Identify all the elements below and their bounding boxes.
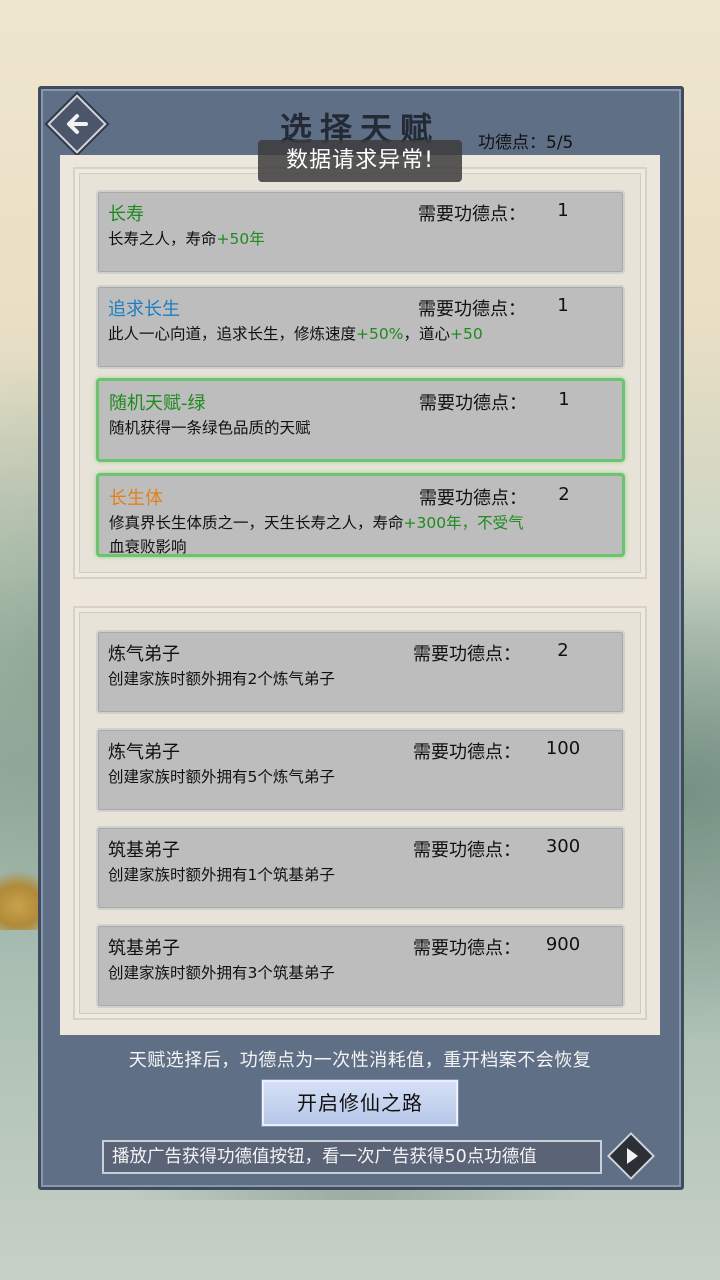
cost-label: 需要功德点： <box>413 840 521 861</box>
disciple-description: 创建家族时额外拥有3个筑基弟子 <box>108 964 335 982</box>
cost-value: 1 <box>557 200 569 221</box>
talent-card[interactable]: 追求长生 需要功德点： 1 此人一心向道，追求长生，修炼速度+50%，道心+50 <box>96 285 625 369</box>
disciple-name: 筑基弟子 <box>108 840 180 861</box>
cost-label: 需要功德点： <box>419 488 527 509</box>
cost-label: 需要功德点： <box>413 938 521 959</box>
disciple-name: 炼气弟子 <box>108 742 180 763</box>
cost-label: 需要功德点： <box>413 644 521 665</box>
disciple-card[interactable]: 筑基弟子 需要功德点： 300 创建家族时额外拥有1个筑基弟子 <box>96 826 625 910</box>
talent-name: 追求长生 <box>108 299 180 320</box>
talent-description: 长寿之人，寿命+50年 <box>108 230 265 248</box>
cost-value: 2 <box>558 484 570 505</box>
talent-description: 此人一心向道，追求长生，修炼速度+50%，道心+50 <box>108 325 483 343</box>
talent-card-selected[interactable]: 随机天赋-绿 需要功德点： 1 随机获得一条绿色品质的天赋 <box>96 378 625 462</box>
error-toast: 数据请求异常! <box>258 140 462 182</box>
cost-label: 需要功德点： <box>418 299 526 320</box>
talent-card-selected[interactable]: 长生体 需要功德点： 2 修真界长生体质之一，天生长寿之人，寿命+300年，不受… <box>96 473 625 557</box>
cost-value: 300 <box>545 836 581 857</box>
cost-label: 需要功德点： <box>413 742 521 763</box>
cost-value: 900 <box>545 934 581 955</box>
talent-description: 随机获得一条绿色品质的天赋 <box>109 419 311 437</box>
disciple-card[interactable]: 炼气弟子 需要功德点： 100 创建家族时额外拥有5个炼气弟子 <box>96 728 625 812</box>
disciple-description: 创建家族时额外拥有5个炼气弟子 <box>108 768 335 786</box>
disciple-card[interactable]: 筑基弟子 需要功德点： 900 创建家族时额外拥有3个筑基弟子 <box>96 924 625 1008</box>
disciple-name: 筑基弟子 <box>108 938 180 959</box>
talent-name: 随机天赋-绿 <box>109 393 206 414</box>
talent-name: 长生体 <box>109 488 163 509</box>
cost-value: 100 <box>545 738 581 759</box>
cost-value: 2 <box>557 640 569 661</box>
start-cultivation-button[interactable]: 开启修仙之路 <box>262 1080 458 1126</box>
watch-ad-button[interactable]: 播放广告获得功德值按钮，看一次广告获得50点功德值 <box>102 1140 602 1174</box>
cost-label: 需要功德点： <box>419 393 527 414</box>
cost-label: 需要功德点： <box>418 204 526 225</box>
merit-value: 5/5 <box>546 133 574 153</box>
merit-counter: 功德点：5/5 <box>478 128 573 153</box>
disciple-description: 创建家族时额外拥有1个筑基弟子 <box>108 866 335 884</box>
cost-value: 1 <box>558 389 570 410</box>
merit-label: 功德点： <box>478 133 546 153</box>
back-button[interactable] <box>47 94 107 154</box>
disciple-description: 创建家族时额外拥有2个炼气弟子 <box>108 670 335 688</box>
play-ad-button[interactable] <box>606 1131 656 1181</box>
disciple-name: 炼气弟子 <box>108 644 180 665</box>
cost-value: 1 <box>557 295 569 316</box>
talent-description: 修真界长生体质之一，天生长寿之人，寿命+300年，不受气 血衰败影响 <box>109 514 524 556</box>
merit-notice: 天赋选择后，功德点为一次性消耗值，重开档案不会恢复 <box>128 1050 592 1071</box>
talent-name: 长寿 <box>108 204 144 225</box>
back-arrow-icon <box>67 114 88 134</box>
play-icon <box>627 1148 638 1164</box>
talent-card[interactable]: 长寿 需要功德点： 1 长寿之人，寿命+50年 <box>96 190 625 274</box>
disciple-card[interactable]: 炼气弟子 需要功德点： 2 创建家族时额外拥有2个炼气弟子 <box>96 630 625 714</box>
